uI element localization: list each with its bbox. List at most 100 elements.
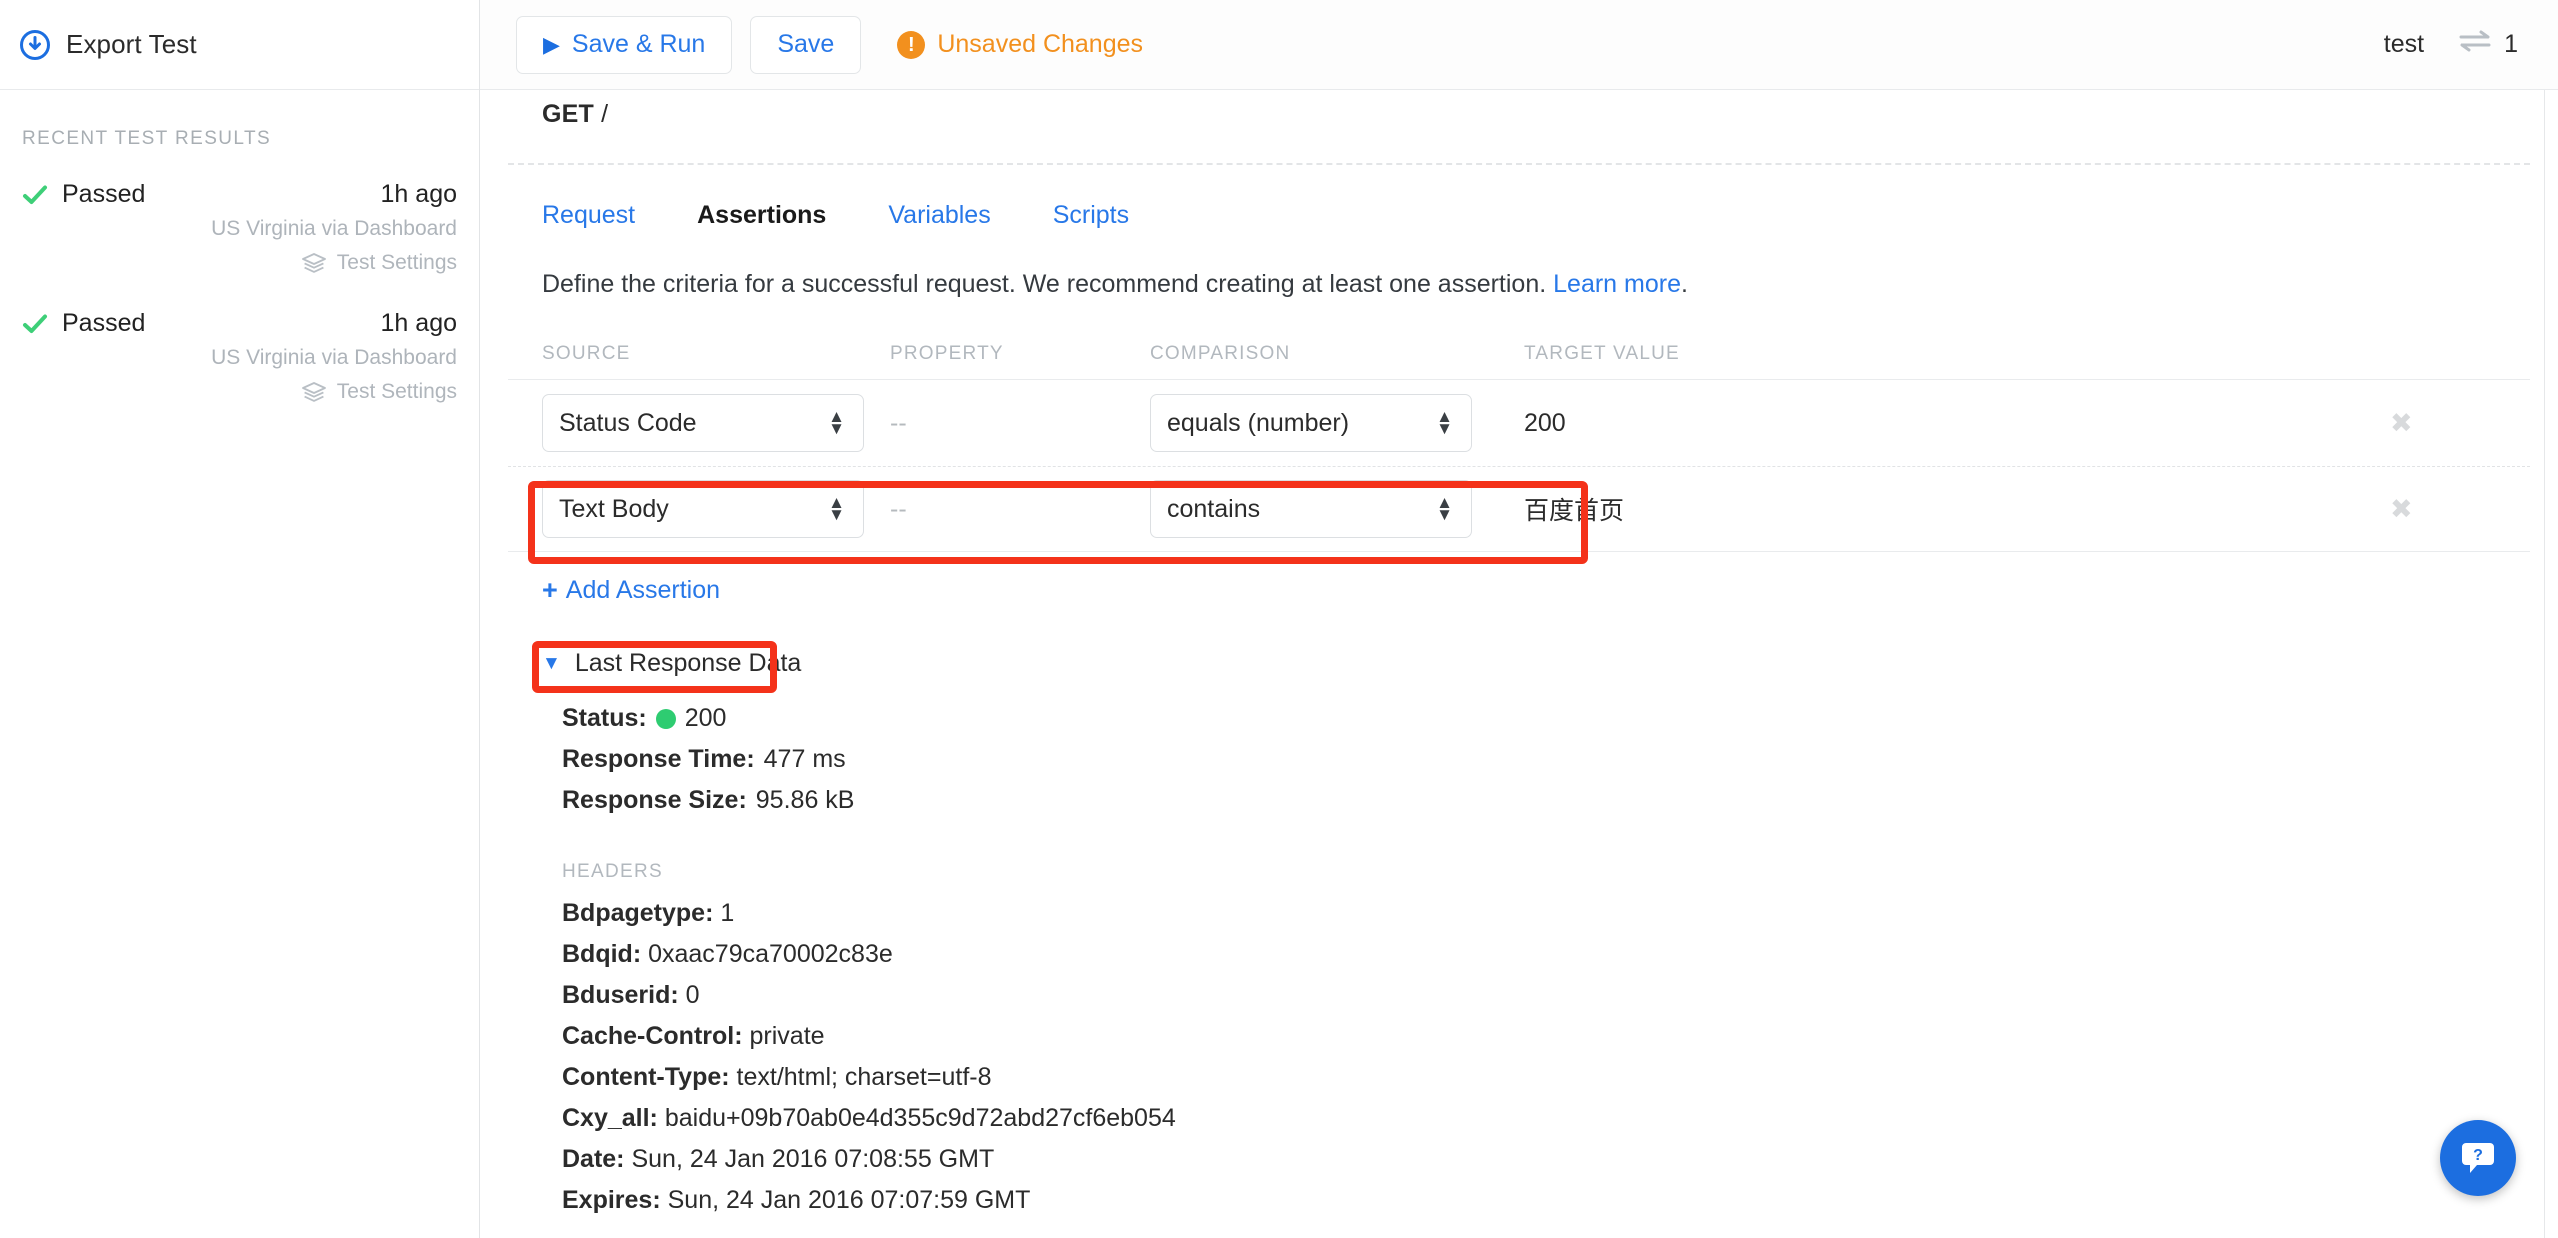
header-value: 0	[685, 981, 700, 1009]
comparison-select[interactable]: equals (number) ▲ ▼	[1150, 394, 1472, 452]
header-name: Bduserid:	[562, 981, 679, 1009]
result-status-label: Passed	[62, 309, 146, 337]
response-size: Response Size: 95.86 kB	[562, 786, 2558, 815]
table-header-row: SOURCE PROPERTY COMPARISON TARGET VALUE	[508, 343, 2530, 380]
app-root: Export Test RECENT TEST RESULTS Passed 1…	[0, 0, 2558, 1238]
target-value-input[interactable]: 200	[1524, 409, 1566, 437]
property-value: --	[890, 494, 907, 523]
assertion-delete-cell: ✖	[2390, 408, 2530, 439]
header-value: 0xaac79ca70002c83e	[648, 940, 893, 968]
request-method: GET	[542, 100, 594, 128]
result-timestamp: 1h ago	[380, 309, 457, 337]
header-row: Cache-Control: private	[480, 1022, 2558, 1051]
last-response-data-toggle[interactable]: ▼ Last Response Data	[480, 605, 801, 678]
tab-assertions[interactable]: Assertions	[697, 201, 826, 230]
list-item[interactable]: Passed 1h ago US Virginia via Dashboard …	[0, 279, 479, 408]
column-header-comparison: COMPARISON	[1150, 343, 1291, 364]
chevron-updown-icon: ▲ ▼	[1436, 406, 1453, 438]
toolbar-right: test 1	[2384, 29, 2518, 60]
delete-assertion-button[interactable]: ✖	[2390, 494, 2413, 524]
header-value: private	[749, 1022, 825, 1050]
header-value: baidu+09b70ab0e4d355c9d72abd27cf6eb054	[664, 1104, 1176, 1132]
header-row: Bdqid: 0xaac79ca70002c83e	[480, 940, 2558, 969]
help-button[interactable]: ?	[2440, 1120, 2516, 1196]
request-method-path: GET /	[480, 90, 2558, 129]
header-name: Content-Type:	[562, 1063, 730, 1091]
delete-assertion-button[interactable]: ✖	[2390, 408, 2413, 438]
source-select[interactable]: Status Code ▲ ▼	[542, 394, 864, 452]
save-label: Save	[777, 30, 835, 58]
assertion-comparison-cell: equals (number) ▲ ▼	[1150, 394, 1524, 452]
assertion-source-cell: Status Code ▲ ▼	[508, 394, 890, 452]
save-and-run-label: Save & Run	[571, 30, 706, 58]
header-value: 1	[720, 899, 735, 927]
header-value: Sun, 24 Jan 2016 07:07:59 GMT	[667, 1186, 1031, 1214]
learn-more-link[interactable]: Learn more	[1553, 270, 1681, 298]
source-select-value: Text Body	[559, 494, 669, 523]
content-scroll-area[interactable]: GET / Request Assertions Variables Scrip…	[480, 90, 2558, 1238]
last-response-data-label: Last Response Data	[574, 649, 802, 677]
table-row: Text Body ▲ ▼ -- contains ▲ ▼ 百度首页 ✖	[508, 466, 2530, 552]
assertion-source-cell: Text Body ▲ ▼	[508, 480, 890, 538]
assertion-comparison-cell: contains ▲ ▼	[1150, 480, 1524, 538]
tab-request[interactable]: Request	[542, 201, 635, 230]
result-row-top: Passed 1h ago	[22, 180, 457, 209]
response-size-label: Response Size:	[562, 786, 747, 814]
test-settings-link[interactable]: Test Settings	[22, 380, 457, 404]
assertion-delete-cell: ✖	[2390, 494, 2530, 525]
response-status: Status: 200	[562, 704, 2558, 733]
export-test-label: Export Test	[66, 29, 197, 59]
assertion-property-cell: --	[890, 495, 1150, 524]
check-icon	[22, 182, 48, 208]
assertions-description-text: Define the criteria for a successful req…	[542, 270, 1547, 298]
test-settings-label: Test Settings	[336, 380, 457, 403]
headers-section-title: HEADERS	[562, 861, 663, 882]
recent-test-results-title: RECENT TEST RESULTS	[22, 128, 272, 149]
header-row: Content-Type: text/html; charset=utf-8	[480, 1063, 2558, 1092]
export-test-button[interactable]: Export Test	[0, 0, 479, 90]
column-header-property: PROPERTY	[890, 343, 1004, 364]
save-button[interactable]: Save	[750, 15, 862, 74]
header-name: Bdpagetype:	[562, 899, 714, 927]
assertion-property-cell: --	[890, 409, 1150, 438]
test-settings-link[interactable]: Test Settings	[22, 251, 457, 275]
source-select-value: Status Code	[559, 408, 697, 437]
comparison-select[interactable]: contains ▲ ▼	[1150, 480, 1472, 538]
add-assertion-button[interactable]: + Add Assertion	[480, 552, 720, 605]
download-circle-icon	[20, 29, 50, 60]
chevron-updown-icon: ▲ ▼	[828, 406, 845, 438]
table-row: Status Code ▲ ▼ -- equals (number) ▲ ▼ 2…	[508, 380, 2530, 466]
header-row: Cxy_all: baidu+09b70ab0e4d355c9d72abd27c…	[480, 1104, 2558, 1133]
tab-bar: Request Assertions Variables Scripts	[480, 165, 2558, 230]
response-status-label: Status:	[562, 704, 647, 732]
svg-text:?: ?	[2473, 1147, 2483, 1164]
save-and-run-button[interactable]: ▶ Save & Run	[516, 15, 733, 74]
tab-variables[interactable]: Variables	[888, 201, 990, 230]
account-name[interactable]: test	[2384, 30, 2424, 59]
plus-icon: +	[542, 575, 558, 605]
sidebar: Export Test RECENT TEST RESULTS Passed 1…	[0, 0, 480, 1238]
header-name: Date:	[562, 1145, 625, 1173]
assertion-target-cell[interactable]: 200	[1524, 409, 2390, 438]
chevron-updown-icon: ▲ ▼	[1436, 492, 1453, 524]
result-row-top: Passed 1h ago	[22, 309, 457, 338]
response-time-label: Response Time:	[562, 745, 755, 773]
result-status: Passed	[22, 309, 145, 338]
result-status-label: Passed	[62, 180, 146, 208]
target-value-input[interactable]: 百度首页	[1524, 497, 1624, 525]
list-item[interactable]: Passed 1h ago US Virginia via Dashboard …	[0, 150, 479, 279]
chevron-updown-icon: ▲ ▼	[828, 492, 845, 524]
source-select[interactable]: Text Body ▲ ▼	[542, 480, 864, 538]
help-chat-icon: ?	[2462, 1143, 2494, 1173]
tab-scripts[interactable]: Scripts	[1053, 201, 1129, 230]
vertical-scrollbar[interactable]	[2544, 90, 2558, 1238]
description-period: .	[1681, 270, 1688, 298]
comparison-select-value: contains	[1167, 494, 1261, 523]
header-name: Bdqid:	[562, 940, 642, 968]
connections-indicator[interactable]: 1	[2458, 29, 2518, 60]
assertions-description: Define the criteria for a successful req…	[480, 230, 2558, 299]
test-settings-label: Test Settings	[336, 251, 457, 274]
unsaved-changes-label: Unsaved Changes	[937, 30, 1144, 58]
assertion-target-cell[interactable]: 百度首页	[1524, 491, 2390, 527]
header-row: Expires: Sun, 24 Jan 2016 07:07:59 GMT	[480, 1186, 2558, 1215]
